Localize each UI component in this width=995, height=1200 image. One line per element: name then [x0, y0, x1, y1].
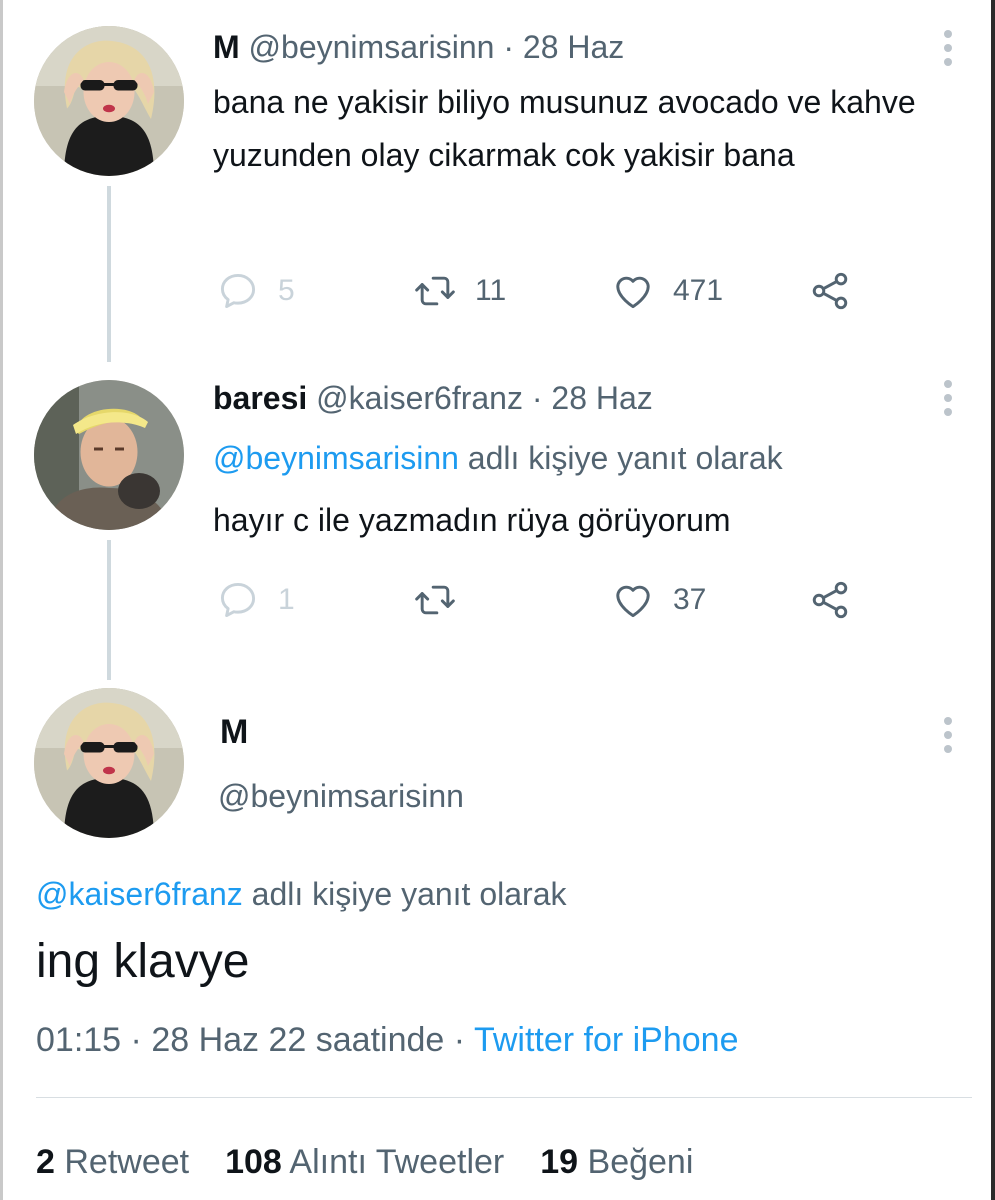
- reply-to-suffix: adlı kişiye yanıt olarak: [242, 876, 567, 912]
- thread-line: [107, 540, 111, 680]
- reply-to-link[interactable]: @kaiser6franz: [36, 876, 243, 912]
- share-icon: [808, 269, 852, 313]
- retweet-icon: [413, 578, 457, 622]
- reply-count: 5: [278, 274, 295, 307]
- user-handle[interactable]: @beynimsarisinn: [218, 776, 464, 816]
- quote-stat-count: 108: [225, 1143, 282, 1181]
- like-stat[interactable]: 19 Beğeni: [540, 1140, 693, 1184]
- tweet-text: ing klavye: [36, 935, 250, 988]
- share-button[interactable]: [808, 578, 852, 622]
- replying-to: @kaiser6franz adlı kişiye yanıt olarak: [36, 874, 566, 914]
- like-count: 37: [673, 583, 707, 616]
- retweet-stat-count: 2: [36, 1143, 55, 1181]
- reply-count: 1: [278, 583, 295, 616]
- tweet-header: M @beynimsarisinn · 28 Haz: [213, 27, 624, 67]
- quote-stat[interactable]: 108 Alıntı Tweetler: [225, 1140, 504, 1184]
- more-vertical-icon[interactable]: [938, 30, 958, 66]
- reply-to-link[interactable]: @beynimsarisinn: [213, 440, 459, 476]
- like-count: 471: [673, 274, 724, 307]
- tweet-stats: 2 Retweet 108 Alıntı Tweetler 19 Beğeni: [36, 1140, 693, 1184]
- replying-to: @beynimsarisinn adlı kişiye yanıt olarak: [213, 438, 783, 478]
- tweet-date[interactable]: 28 Haz: [551, 380, 652, 416]
- tweet-date[interactable]: 28 Haz 22 saatinde: [151, 1021, 444, 1059]
- share-button[interactable]: [808, 269, 852, 313]
- separator: ·: [453, 1021, 466, 1059]
- tweet-meta: 01:15 · 28 Haz 22 saatinde · Twitter for…: [36, 1018, 739, 1062]
- display-name[interactable]: baresi: [213, 380, 307, 416]
- reply-icon: [216, 578, 260, 622]
- divider: [36, 1097, 972, 1098]
- reply-button[interactable]: 5: [216, 269, 295, 313]
- more-vertical-icon[interactable]: [938, 380, 958, 416]
- like-button[interactable]: 37: [611, 578, 706, 622]
- separator: ·: [503, 29, 514, 65]
- separator: ·: [130, 1021, 142, 1059]
- retweet-stat-label: Retweet: [64, 1143, 190, 1181]
- user-handle[interactable]: @kaiser6franz: [316, 380, 523, 416]
- retweet-icon: [413, 269, 457, 313]
- retweet-stat[interactable]: 2 Retweet: [36, 1140, 189, 1184]
- tweet-source[interactable]: Twitter for iPhone: [474, 1021, 739, 1059]
- display-name[interactable]: M: [213, 29, 240, 65]
- avatar[interactable]: [34, 380, 184, 530]
- heart-icon: [611, 578, 655, 622]
- share-icon: [808, 578, 852, 622]
- separator: ·: [531, 380, 543, 416]
- quote-stat-label: Alıntı Tweetler: [289, 1143, 505, 1181]
- tweet-header: baresi @kaiser6franz · 28 Haz: [213, 378, 653, 418]
- more-vertical-icon[interactable]: [938, 717, 958, 753]
- reply-to-suffix: adlı kişiye yanıt olarak: [458, 440, 783, 476]
- avatar[interactable]: [34, 26, 184, 176]
- display-name[interactable]: M: [220, 712, 248, 752]
- retweet-button[interactable]: [413, 578, 475, 622]
- reply-icon: [216, 269, 260, 313]
- like-stat-label: Beğeni: [587, 1143, 694, 1181]
- retweet-button[interactable]: 11: [413, 269, 506, 313]
- like-button[interactable]: 471: [611, 269, 723, 313]
- heart-icon: [611, 269, 655, 313]
- retweet-count: 11: [475, 274, 507, 307]
- tweet-date[interactable]: 28 Haz: [523, 29, 624, 65]
- reply-button[interactable]: 1: [216, 578, 295, 622]
- tweet-text: hayır c ile yazmadın rüya görüyorum: [213, 502, 731, 538]
- like-stat-count: 19: [540, 1143, 579, 1181]
- avatar[interactable]: [34, 688, 184, 838]
- user-handle[interactable]: @beynimsarisinn: [249, 29, 495, 65]
- tweet-time[interactable]: 01:15: [36, 1021, 121, 1059]
- thread-line: [107, 186, 111, 362]
- tweet-text: bana ne yakisir biliyo musunuz avocado v…: [213, 84, 916, 173]
